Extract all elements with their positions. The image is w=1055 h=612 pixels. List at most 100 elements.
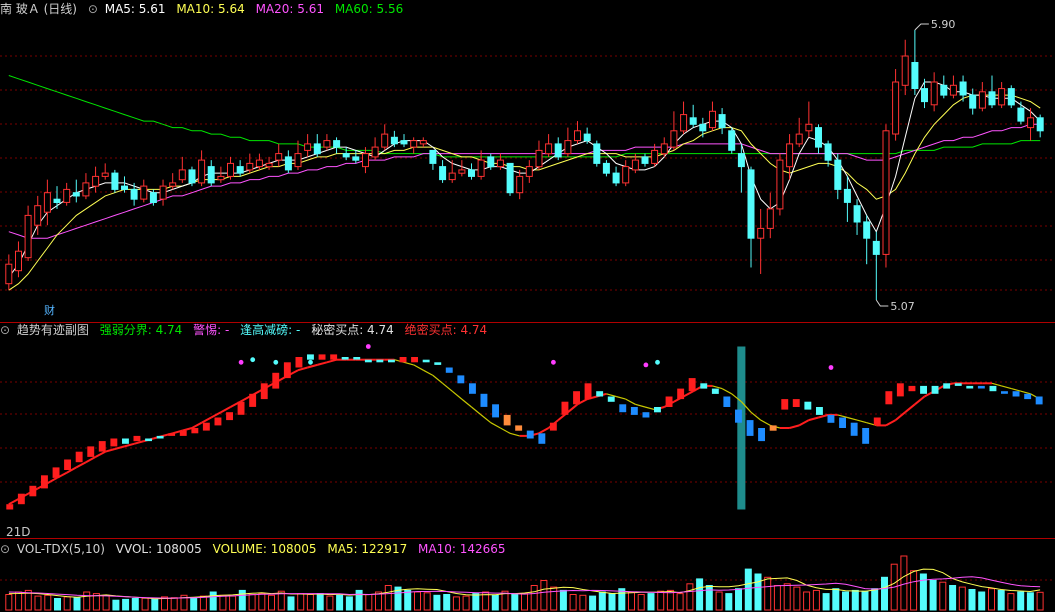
finance-marker[interactable]: 财 <box>44 302 55 320</box>
candle-body <box>313 143 321 155</box>
candle-body <box>747 169 755 239</box>
volume-name[interactable]: VOL-TDX(5,10) <box>17 542 105 556</box>
candle-body <box>959 81 967 96</box>
volume-bar <box>812 589 820 611</box>
candle-body <box>612 172 620 184</box>
volume-bar <box>705 585 713 611</box>
candle-body <box>246 162 254 171</box>
candle-body <box>921 88 928 103</box>
candle-body <box>718 114 726 129</box>
volume-bar <box>443 594 451 611</box>
candle-body <box>265 162 273 168</box>
volume-bar <box>258 593 266 611</box>
indicator-bar <box>862 428 870 444</box>
indicator-bar <box>445 367 453 373</box>
chart-canvas: 5.90 5.07 <box>0 18 1055 611</box>
candle-body <box>776 159 784 210</box>
indicator-bar <box>688 378 696 392</box>
indicator-name[interactable]: 趋势有迹副图 <box>17 323 89 337</box>
volume-bar <box>452 596 460 611</box>
candle-body <box>448 172 456 181</box>
volume-bar <box>316 593 324 611</box>
candle-body <box>439 166 447 181</box>
candle-body <box>660 143 668 155</box>
candle-body <box>602 162 610 174</box>
volume-bar <box>141 597 149 611</box>
volume-bar <box>608 593 616 611</box>
indicator-line-segment <box>85 456 97 464</box>
indicator-bar <box>885 391 893 405</box>
volume-panel[interactable] <box>5 555 1044 611</box>
candle-body <box>892 81 900 135</box>
candle-body <box>400 140 408 145</box>
volume-bar <box>1007 593 1015 611</box>
candle-body <box>390 136 398 145</box>
indicator-line-segment <box>567 403 579 413</box>
vol-ma5-label: MA5: 122917 <box>327 542 408 556</box>
volume-bar <box>735 588 742 611</box>
indicator-item-2: 警惕: - <box>193 323 230 337</box>
indicator-bar <box>179 430 187 436</box>
indicator-bar <box>954 383 962 386</box>
indicator-line-segment <box>442 382 453 392</box>
candle-body <box>834 159 842 190</box>
indicator-line-segment <box>182 427 193 432</box>
indicator-bar <box>388 359 395 363</box>
collapse-icon[interactable]: ⊙ <box>0 542 10 556</box>
indicator-line-segment <box>798 419 810 427</box>
indicator-line-segment <box>297 366 308 372</box>
indicator-line-segment <box>818 413 829 419</box>
candle-body <box>930 81 938 106</box>
candle-body <box>419 140 427 145</box>
candle-body <box>381 133 389 148</box>
volume-bar <box>871 588 879 611</box>
volume-bar <box>384 585 392 611</box>
candle-body <box>178 169 186 181</box>
indicator-line-segment <box>480 414 492 424</box>
indicator-bar <box>596 391 604 397</box>
candle-body <box>709 110 716 129</box>
volume-bar <box>1036 591 1044 611</box>
volume-bar <box>219 594 227 611</box>
volume-bar <box>861 590 869 611</box>
volume-bar <box>345 596 353 611</box>
stock-title[interactable]: 南 玻Ａ (日线) <box>0 2 77 16</box>
volume-bar <box>209 591 217 611</box>
price-header: 南 玻Ａ (日线) ⊙ MA5: 5.61 MA10: 5.64 MA20: 5… <box>0 0 410 18</box>
candle-body <box>651 149 659 164</box>
indicator-bar <box>422 359 430 363</box>
indicator-line-segment <box>124 442 135 448</box>
volume-bar <box>657 590 665 611</box>
indicator-bar <box>98 441 106 452</box>
indicator-bar <box>75 451 83 463</box>
candle-body <box>198 159 206 184</box>
indicator-line-segment <box>837 414 848 419</box>
indicator-bar <box>156 435 164 439</box>
indicator-bar <box>977 385 985 389</box>
candle-body <box>988 91 996 106</box>
candle-body <box>342 153 350 158</box>
candle-body <box>1027 117 1035 129</box>
indicator-panel[interactable] <box>6 344 1043 510</box>
candle-body <box>525 166 533 177</box>
indicator-line-segment <box>606 393 617 398</box>
indicator-line-segment <box>847 416 858 421</box>
volume-bar <box>569 594 577 611</box>
candle-body <box>217 175 225 181</box>
collapse-icon[interactable]: ⊙ <box>0 323 10 337</box>
collapse-icon[interactable]: ⊙ <box>88 2 98 16</box>
indicator-line-segment <box>317 361 328 366</box>
indicator-line-segment <box>210 411 222 419</box>
volume-bar <box>122 598 130 611</box>
candle-body <box>583 133 591 142</box>
candle-body <box>362 153 369 168</box>
candle-body <box>101 172 109 177</box>
candle-body <box>72 192 80 197</box>
candle-body <box>574 130 581 142</box>
indicator-line-segment <box>885 419 897 427</box>
volume-bar <box>919 573 927 611</box>
candle-body <box>564 140 572 155</box>
candle-body <box>410 140 418 148</box>
indicator-bar <box>469 383 476 394</box>
volume-bar <box>63 596 71 611</box>
